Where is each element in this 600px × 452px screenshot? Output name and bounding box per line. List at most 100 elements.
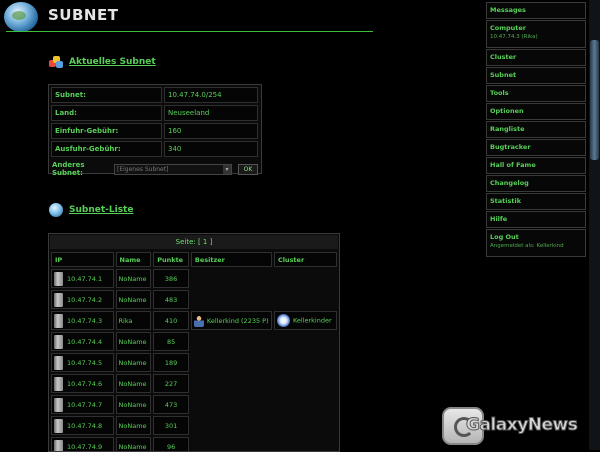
sidebar-item-computer[interactable]: Computer10.47.74.3 (Rika) (486, 20, 586, 48)
ip-cell[interactable]: 10.47.74.7 (51, 395, 114, 414)
empty-cell (191, 269, 337, 288)
sidebar-item-log-out[interactable]: Log OutAngemeldet als: Kellerkind (486, 229, 586, 257)
title-divider (6, 31, 373, 32)
sidebar-item-hilfe[interactable]: Hilfe (486, 211, 586, 228)
cluster-name[interactable]: Kellerkinder (293, 317, 332, 325)
table-row: 10.47.74.2NoName483 (51, 290, 337, 309)
ip-address[interactable]: 10.47.74.2 (67, 296, 102, 304)
computer-name: NoName (116, 332, 152, 351)
ip-cell[interactable]: 10.47.74.5 (51, 353, 114, 372)
sidebar-item-messages[interactable]: Messages (486, 2, 586, 19)
ip-cell[interactable]: 10.47.74.3 (51, 311, 114, 330)
server-icon (54, 440, 63, 452)
info-label: Land: (51, 105, 162, 121)
server-icon (54, 272, 63, 286)
points-cell: 386 (153, 269, 189, 288)
empty-cell (191, 332, 337, 351)
table-row: 10.47.74.4 NoName85 (51, 332, 337, 351)
ip-cell[interactable]: 10.47.74.6 (51, 374, 114, 393)
column-header-owner: Besitzer (191, 252, 272, 267)
sidebar-item-subnet[interactable]: Subnet (486, 67, 586, 84)
ip-cell[interactable]: 10.47.74.8 (51, 416, 114, 435)
current-subnet-table: Subnet:10.47.74.0/254 Land:Neuseeland Einf… (49, 85, 260, 159)
computer-name: NoName (116, 416, 152, 435)
scrollbar-thumb[interactable] (590, 40, 599, 160)
sidebar-item-hall-of-fame[interactable]: Hall of Fame (486, 157, 586, 174)
points-cell: 227 (153, 374, 189, 393)
ip-address[interactable]: 10.47.74.5 (67, 359, 102, 367)
ip-address[interactable]: 10.47.74.4 (67, 338, 102, 346)
ip-cell[interactable]: 10.47.74.4 (51, 332, 114, 351)
server-icon (54, 377, 63, 391)
sidebar-item-tools[interactable]: Tools (486, 85, 586, 102)
points-cell: 85 (153, 332, 189, 351)
sidebar-item-label: Tools (490, 89, 582, 98)
ip-address[interactable]: 10.47.74.6 (67, 380, 102, 388)
subnet-list-link[interactable]: Subnet-Liste (69, 205, 133, 215)
ip-cell[interactable]: 10.47.74.1 (51, 269, 114, 288)
sidebar-item-changelog[interactable]: Changelog (486, 175, 586, 192)
table-row: 10.47.74.1 NoName386 (51, 269, 337, 288)
server-icon (54, 314, 63, 328)
info-value: 10.47.74.0/254 (164, 87, 258, 103)
ip-address[interactable]: 10.47.74.1 (67, 275, 102, 283)
computer-name: NoName (116, 269, 152, 288)
points-cell: 410 (153, 311, 189, 330)
globe-icon (49, 203, 63, 217)
cluster-cell[interactable]: Kellerkinder (274, 311, 337, 330)
sidebar-item-label: Cluster (490, 53, 582, 62)
empty-cell (191, 290, 337, 309)
computer-name: Rika (116, 311, 152, 330)
info-row: Ausfuhr-Gebühr:340 (51, 141, 258, 157)
sidebar-item-subtext: Angemeldet als: Kellerkind (490, 242, 582, 250)
empty-cell (191, 353, 337, 372)
galaxynews-watermark: GalaxyNews (442, 404, 592, 444)
sidebar-item-label: Changelog (490, 179, 582, 188)
empty-cell (191, 416, 337, 435)
globe-icon (4, 2, 38, 32)
server-icon (54, 335, 63, 349)
ip-address[interactable]: 10.47.74.7 (67, 401, 102, 409)
scrollbar[interactable] (589, 0, 600, 450)
ok-button[interactable]: OK (238, 164, 258, 175)
info-row: Subnet:10.47.74.0/254 (51, 87, 258, 103)
computer-name: NoName (116, 353, 152, 372)
column-header-name: Name (116, 252, 152, 267)
server-icon (54, 398, 63, 412)
ip-address[interactable]: 10.47.74.3 (67, 317, 102, 325)
info-label: Einfuhr-Gebühr: (51, 123, 162, 139)
sidebar-nav: MessagesComputer10.47.74.3 (Rika) Cluster… (486, 2, 586, 258)
subnet-list-heading: Subnet-Liste (49, 203, 133, 217)
info-row: Land:Neuseeland (51, 105, 258, 121)
watermark-text: GalaxyNews (466, 415, 577, 435)
sidebar-item-label: Hall of Fame (490, 161, 582, 170)
table-row: 10.47.74.5 NoName189 (51, 353, 337, 372)
sidebar-item-statistik[interactable]: Statistik (486, 193, 586, 210)
ip-address[interactable]: 10.47.74.9 (67, 443, 102, 451)
computer-name: NoName (116, 290, 152, 309)
owner-name[interactable]: Kellerkind (2235 P) (207, 317, 269, 325)
sidebar-item-bugtracker[interactable]: Bugtracker (486, 139, 586, 156)
current-subnet-panel: Subnet:10.47.74.0/254 Land:Neuseeland Einf… (48, 84, 262, 174)
current-subnet-link[interactable]: Aktuelles Subnet (69, 57, 156, 67)
sidebar-item-rangliste[interactable]: Rangliste (486, 121, 586, 138)
sidebar-item-cluster[interactable]: Cluster (486, 49, 586, 66)
owner-cell[interactable]: Kellerkind (2235 P) (191, 311, 272, 330)
pagination[interactable]: Seite: [ 1 ] (50, 235, 338, 249)
subnet-select[interactable]: [Eigenes Subnet] ▾ (114, 164, 232, 175)
ip-cell[interactable]: 10.47.74.2 (51, 290, 114, 309)
sidebar-item-subtext: 10.47.74.3 (Rika) (490, 33, 582, 41)
points-cell: 473 (153, 395, 189, 414)
subnet-icon (49, 56, 63, 68)
info-label: Ausfuhr-Gebühr: (51, 141, 162, 157)
sidebar-item-optionen[interactable]: Optionen (486, 103, 586, 120)
points-cell: 189 (153, 353, 189, 372)
points-cell: 301 (153, 416, 189, 435)
ip-address[interactable]: 10.47.74.8 (67, 422, 102, 430)
sidebar-item-label: Optionen (490, 107, 582, 116)
server-icon (54, 419, 63, 433)
table-row: 10.47.74.3 Rika410 Kellerkind (2235 P) Kell… (51, 311, 337, 330)
subnet-table: IPNamePunkteBesitzerCluster 10.47.74.1No… (49, 250, 339, 452)
computer-name: NoName (116, 374, 152, 393)
chevron-down-icon[interactable]: ▾ (223, 165, 231, 174)
